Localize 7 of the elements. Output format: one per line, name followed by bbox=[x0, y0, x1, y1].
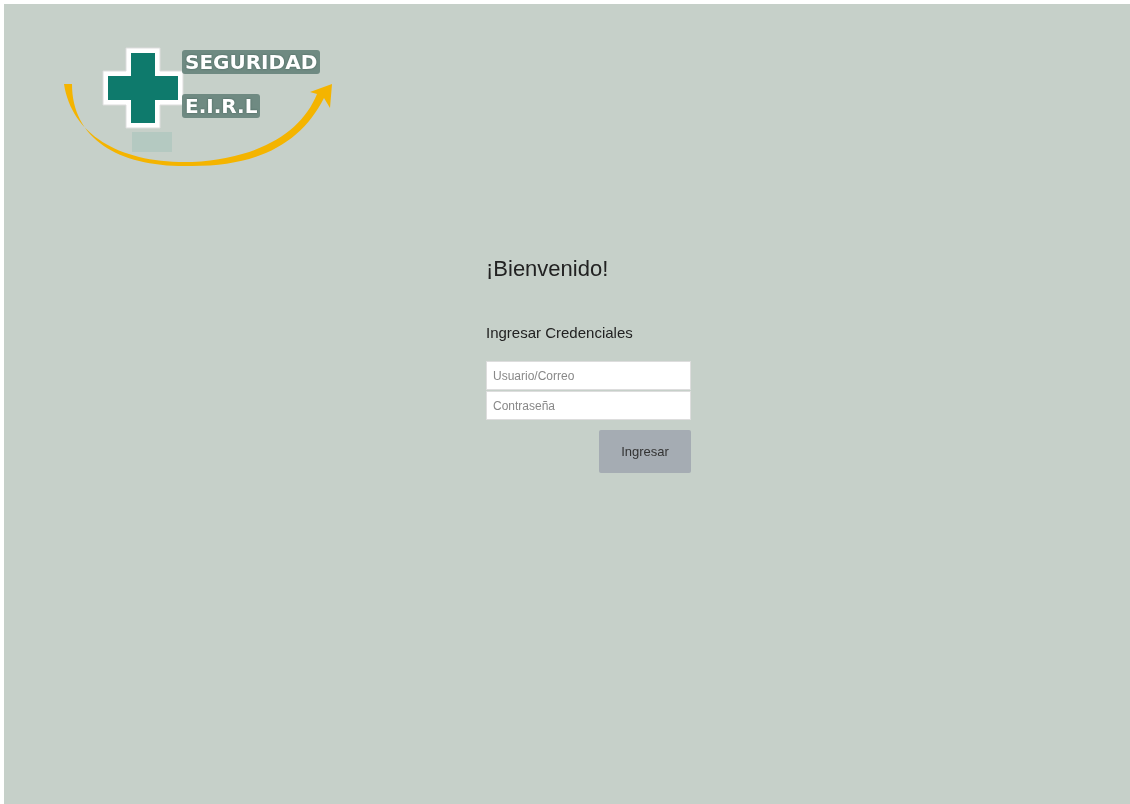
logo-text: E.I.R.L bbox=[182, 94, 261, 118]
password-field[interactable]: Contraseña bbox=[486, 391, 691, 420]
username-field[interactable]: Usuario/Correo bbox=[486, 361, 691, 390]
credentials-label: Ingresar Credenciales bbox=[486, 324, 634, 341]
welcome-heading: ¡Bienvenido! bbox=[486, 256, 610, 282]
login-button[interactable]: Ingresar bbox=[599, 430, 691, 473]
logo-text: SEGURIDAD bbox=[182, 50, 321, 74]
